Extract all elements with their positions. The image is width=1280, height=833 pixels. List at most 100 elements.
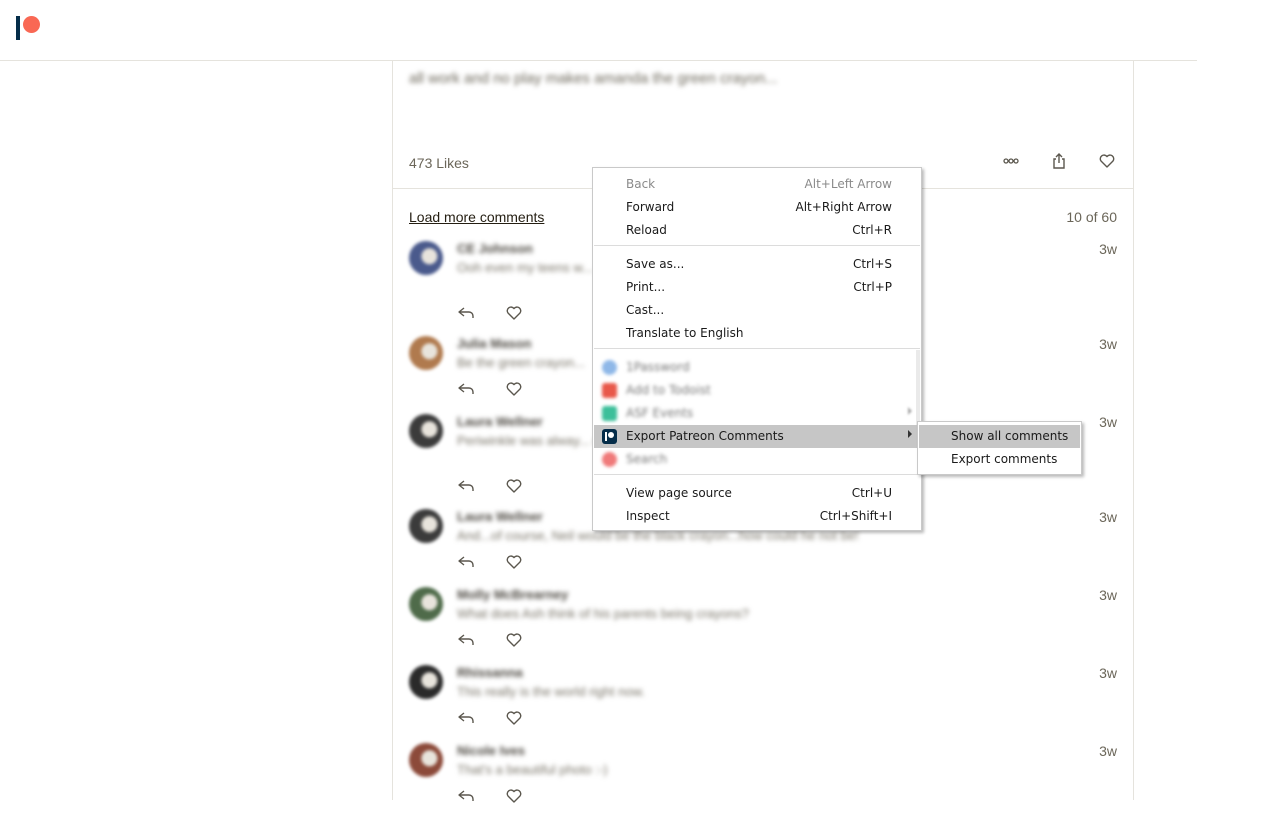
heart-icon[interactable] xyxy=(505,554,523,570)
menu-item-search[interactable]: Search xyxy=(594,448,920,471)
menu-shortcut: Alt+Right Arrow xyxy=(795,200,892,214)
reply-icon[interactable] xyxy=(457,632,475,648)
search-extension-icon xyxy=(602,452,617,467)
menu-shortcut: Ctrl+Shift+I xyxy=(819,509,892,523)
menu-item-events[interactable]: ASF Events xyxy=(594,402,920,425)
likes-count: 473 Likes xyxy=(409,155,469,171)
menu-label: Back xyxy=(626,177,656,191)
comment-author[interactable]: Nicole Ives xyxy=(457,743,525,758)
menu-item-save-as[interactable]: Save as... Ctrl+S xyxy=(594,253,920,276)
avatar[interactable] xyxy=(409,665,443,699)
menu-item-inspect[interactable]: Inspect Ctrl+Shift+I xyxy=(594,505,920,528)
share-icon[interactable] xyxy=(1047,151,1071,171)
comment-author[interactable]: Laura Wellner xyxy=(457,414,543,429)
comment-actions xyxy=(457,788,523,804)
menu-item-export-patreon-comments[interactable]: Export Patreon Comments xyxy=(594,425,920,448)
heart-icon[interactable] xyxy=(505,710,523,726)
menu-label: Search xyxy=(626,452,668,466)
patreon-logo[interactable] xyxy=(16,16,42,40)
heart-icon[interactable] xyxy=(505,381,523,397)
todoist-icon xyxy=(602,383,617,398)
avatar[interactable] xyxy=(409,336,443,370)
menu-separator xyxy=(594,348,920,349)
submenu-label: Export comments xyxy=(951,452,1058,466)
comment-actions xyxy=(457,554,523,570)
reply-icon[interactable] xyxy=(457,554,475,570)
comment-time: 3w xyxy=(1099,336,1117,352)
top-header xyxy=(0,0,1197,61)
menu-item-1password[interactable]: 1Password xyxy=(594,356,920,379)
comment-item: Nicole Ives That's a beautiful photo :-) 3… xyxy=(409,743,1117,833)
comments-count: 10 of 60 xyxy=(1066,209,1117,225)
comment-time: 3w xyxy=(1099,743,1117,759)
menu-item-translate[interactable]: Translate to English xyxy=(594,322,920,345)
heart-icon[interactable] xyxy=(505,632,523,648)
comment-actions xyxy=(457,710,523,726)
comment-item: Rhissanna This really is the world right … xyxy=(409,665,1117,755)
menu-item-cast[interactable]: Cast... xyxy=(594,299,920,322)
logo-bar xyxy=(16,16,20,40)
reply-icon[interactable] xyxy=(457,710,475,726)
menu-label: 1Password xyxy=(626,360,690,374)
submenu-label: Show all comments xyxy=(951,429,1069,443)
menu-item-back[interactable]: Back Alt+Left Arrow xyxy=(594,173,920,196)
menu-item-print[interactable]: Print... Ctrl+P xyxy=(594,276,920,299)
menu-item-forward[interactable]: Forward Alt+Right Arrow xyxy=(594,196,920,219)
1password-icon xyxy=(602,360,617,375)
events-icon xyxy=(602,406,617,421)
menu-item-todoist[interactable]: Add to Todoist xyxy=(594,379,920,402)
comment-body: This really is the world right now. xyxy=(457,684,645,699)
menu-label: Save as... xyxy=(626,257,685,271)
menu-label: Export Patreon Comments xyxy=(626,429,784,443)
avatar[interactable] xyxy=(409,509,443,543)
comment-author[interactable]: CE Johnson xyxy=(457,241,533,256)
heart-icon[interactable] xyxy=(1095,151,1119,171)
comment-actions xyxy=(457,381,523,397)
comment-actions xyxy=(457,632,523,648)
comment-time: 3w xyxy=(1099,241,1117,257)
menu-shortcut: Alt+Left Arrow xyxy=(804,177,892,191)
menu-label: View page source xyxy=(626,486,732,500)
avatar[interactable] xyxy=(409,587,443,621)
menu-item-view-source[interactable]: View page source Ctrl+U xyxy=(594,482,920,505)
menu-item-reload[interactable]: Reload Ctrl+R xyxy=(594,219,920,242)
logo-dot xyxy=(23,16,40,33)
comment-body: That's a beautiful photo :-) xyxy=(457,762,608,777)
avatar[interactable] xyxy=(409,414,443,448)
menu-label: Print... xyxy=(626,280,666,294)
reply-icon[interactable] xyxy=(457,305,475,321)
heart-icon[interactable] xyxy=(505,305,523,321)
more-icon[interactable] xyxy=(999,151,1023,171)
comment-actions xyxy=(457,478,523,494)
post-actions xyxy=(999,151,1119,171)
menu-label: Add to Todoist xyxy=(626,383,711,397)
reply-icon[interactable] xyxy=(457,381,475,397)
menu-label: Forward xyxy=(626,200,675,214)
export-submenu: Show all comments Export comments xyxy=(917,421,1082,475)
comment-time: 3w xyxy=(1099,414,1117,430)
submenu-arrow-icon xyxy=(908,407,912,415)
menu-label: Inspect xyxy=(626,509,670,523)
menu-label: Cast... xyxy=(626,303,665,317)
menu-label: ASF Events xyxy=(626,406,694,420)
comment-time: 3w xyxy=(1099,587,1117,603)
reply-icon[interactable] xyxy=(457,788,475,804)
comment-actions xyxy=(457,305,523,321)
avatar[interactable] xyxy=(409,743,443,777)
heart-icon[interactable] xyxy=(505,478,523,494)
comment-author[interactable]: Molly McBrearney xyxy=(457,587,568,602)
menu-shortcut: Ctrl+U xyxy=(851,486,892,500)
submenu-item-show-all-comments[interactable]: Show all comments xyxy=(919,425,1080,448)
heart-icon[interactable] xyxy=(505,788,523,804)
comment-author[interactable]: Julia Mason xyxy=(457,336,531,351)
avatar[interactable] xyxy=(409,241,443,275)
reply-icon[interactable] xyxy=(457,478,475,494)
comment-author[interactable]: Laura Wellner xyxy=(457,509,543,524)
menu-label: Reload xyxy=(626,223,667,237)
submenu-item-export-comments[interactable]: Export comments xyxy=(919,448,1080,471)
comment-time: 3w xyxy=(1099,509,1117,525)
menu-shortcut: Ctrl+S xyxy=(852,257,892,271)
menu-label: Translate to English xyxy=(626,326,744,340)
load-more-comments-link[interactable]: Load more comments xyxy=(409,209,544,225)
comment-author[interactable]: Rhissanna xyxy=(457,665,523,680)
